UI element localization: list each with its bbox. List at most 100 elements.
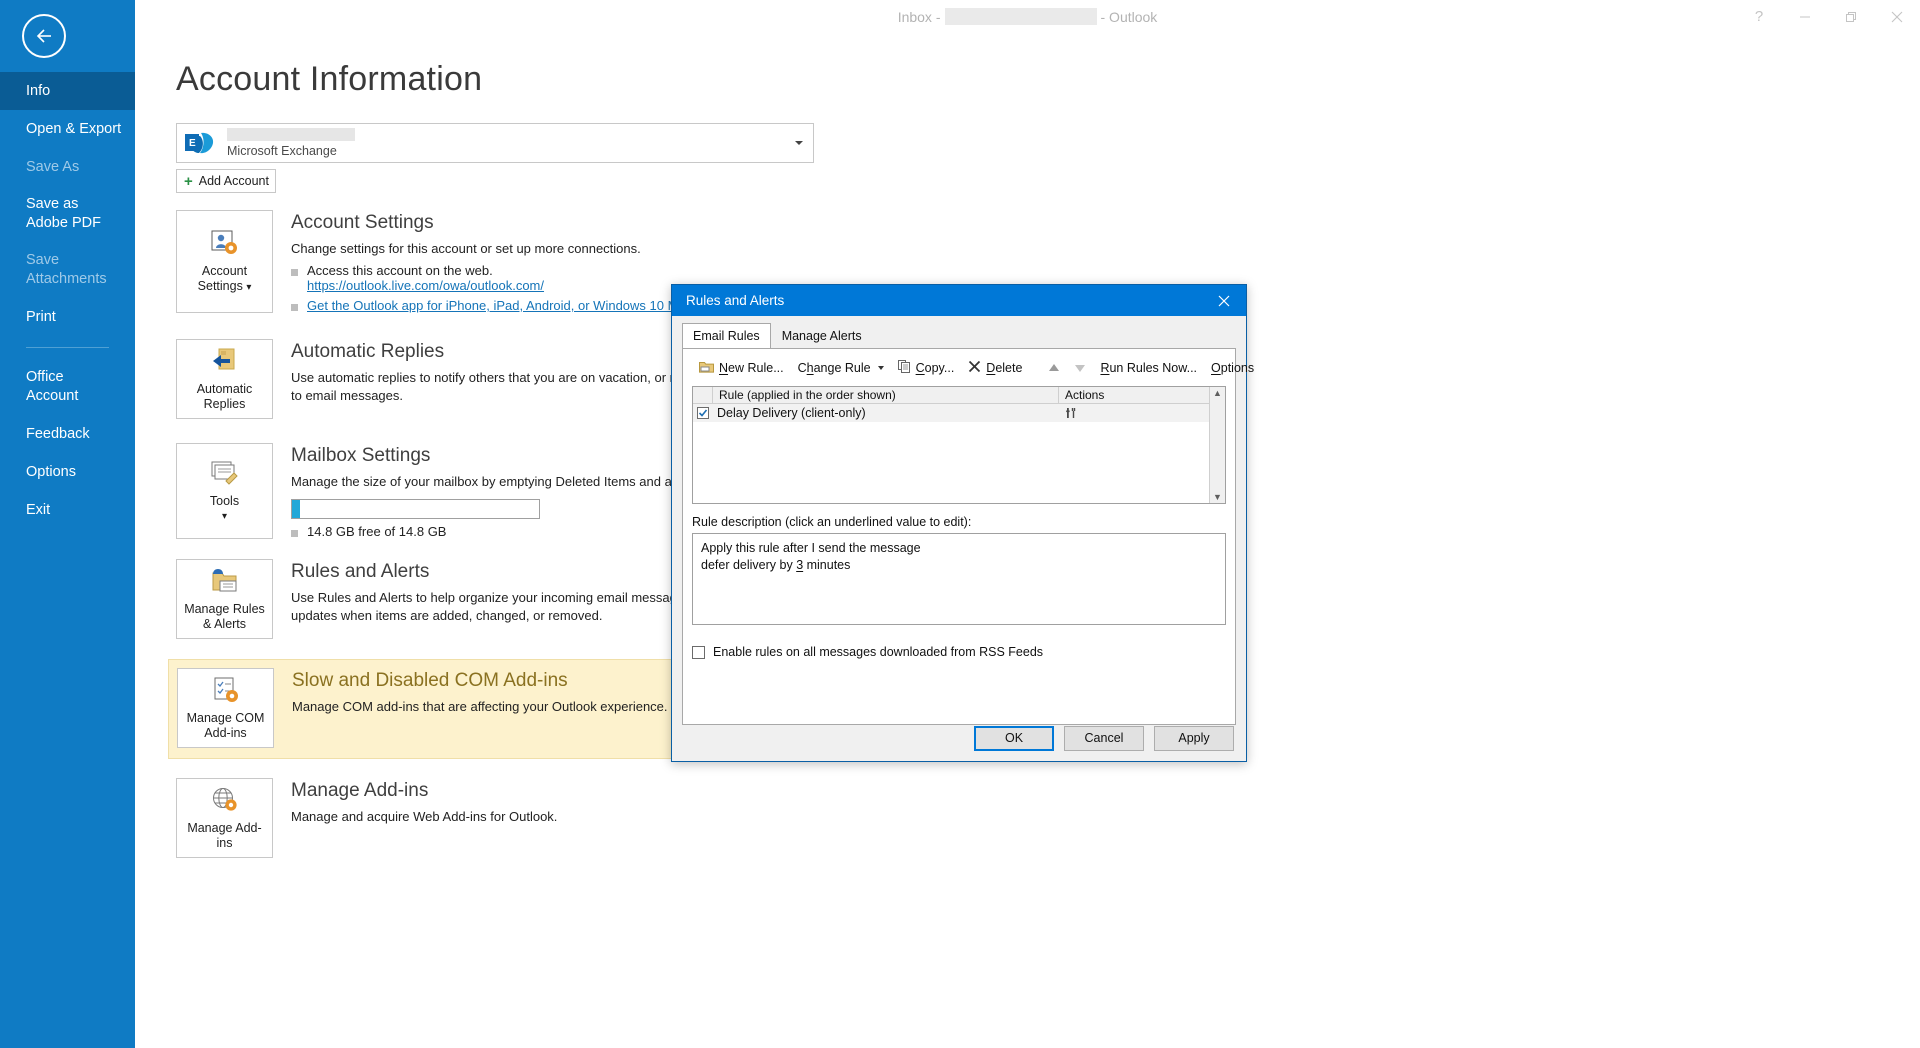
rules-grid: Rule (applied in the order shown) Action…	[692, 386, 1226, 504]
section-manage-addins: Manage Add- ins Manage Add-ins Manage an…	[176, 778, 1920, 858]
sidebar-item-open-export[interactable]: Open & Export	[0, 110, 135, 148]
nav-label: Save Attachments	[26, 252, 107, 287]
nav-label: Feedback	[26, 425, 90, 442]
rule-name: Delay Delivery (client-only)	[717, 406, 866, 420]
nav-secondary-list: Office Account Feedback Options Exit	[0, 359, 135, 529]
sidebar-item-save-as-adobe-pdf[interactable]: Save as Adobe PDF	[0, 186, 135, 242]
sidebar-item-save-attachments[interactable]: Save Attachments	[0, 242, 135, 298]
desc-post: minutes	[803, 558, 851, 572]
account-settings-button[interactable]: Account Settings ▾	[176, 210, 273, 313]
close-icon[interactable]	[1874, 0, 1920, 33]
btn-label-2: ▾	[221, 511, 228, 522]
rules-grid-header: Rule (applied in the order shown) Action…	[693, 387, 1209, 404]
rules-toolbar: New Rule... Change Rule Copy... Delete R…	[692, 357, 1254, 379]
btn-label-2: Replies	[203, 397, 246, 411]
outlook-app-link[interactable]: Get the Outlook app for iPhone, iPad, An…	[307, 298, 710, 313]
sidebar-item-exit[interactable]: Exit	[0, 491, 135, 529]
sidebar-item-office-account[interactable]: Office Account	[0, 359, 135, 415]
nav-label: Save as Adobe PDF	[26, 196, 101, 231]
mailbox-tools-button[interactable]: Tools ▾	[176, 443, 273, 539]
nav-label: Options	[26, 463, 76, 480]
section-heading: Slow and Disabled COM Add-ins	[292, 670, 568, 691]
delete-x-icon	[968, 360, 981, 376]
table-row[interactable]: Delay Delivery (client-only)	[693, 404, 1209, 422]
help-icon[interactable]: ?	[1736, 0, 1782, 33]
copy-icon	[897, 360, 911, 376]
page-title: Account Information	[176, 60, 483, 98]
new-rule-button[interactable]: New Rule...	[692, 360, 791, 376]
automatic-replies-button[interactable]: Automatic Replies	[176, 339, 273, 419]
add-account-button[interactable]: + Add Account	[176, 169, 276, 193]
scroll-down-icon[interactable]: ▼	[1213, 491, 1222, 503]
section-text: Slow and Disabled COM Add-ins Manage COM…	[292, 668, 668, 748]
btn-label-2: & Alerts	[202, 617, 247, 631]
btn-label-1: Account	[201, 264, 248, 278]
minimize-icon[interactable]	[1782, 0, 1828, 33]
section-heading: Manage Add-ins	[291, 780, 429, 801]
rule-description-box[interactable]: Apply this rule after I send the message…	[692, 533, 1226, 625]
run-rules-now-button[interactable]: Run Rules Now...	[1093, 361, 1204, 375]
mailbox-tools-icon	[210, 458, 240, 488]
options-button[interactable]: Options	[1204, 361, 1261, 375]
ok-button[interactable]: OK	[974, 725, 1054, 751]
rule-description-line-2: defer delivery by 3 minutes	[701, 557, 1217, 574]
close-icon[interactable]	[1202, 285, 1246, 316]
bullet-square-icon	[291, 269, 298, 276]
account-type: Microsoft Exchange	[227, 144, 337, 158]
header-checkbox-cell	[693, 387, 713, 403]
backstage-navigation: Info Open & Export Save As Save as Adobe…	[0, 0, 135, 1048]
section-heading: Mailbox Settings	[291, 445, 431, 466]
sidebar-item-options[interactable]: Options	[0, 453, 135, 491]
window-title-suffix: - Outlook	[1100, 8, 1158, 25]
sidebar-item-feedback[interactable]: Feedback	[0, 415, 135, 453]
copy-button[interactable]: Copy...	[891, 360, 962, 376]
chevron-down-icon[interactable]	[795, 141, 803, 145]
column-header-rule[interactable]: Rule (applied in the order shown)	[713, 387, 1059, 403]
bullet-item: Get the Outlook app for iPhone, iPad, An…	[291, 298, 710, 313]
outlook-backstage-window: Inbox - - Outlook ? Info Open & Export S…	[0, 0, 1920, 1048]
btn-label-2: Add-ins	[204, 726, 247, 740]
apply-button[interactable]: Apply	[1154, 725, 1234, 751]
restore-icon[interactable]	[1828, 0, 1874, 33]
outlook-web-link[interactable]: https://outlook.live.com/owa/outlook.com…	[307, 278, 544, 293]
cancel-button[interactable]: Cancel	[1064, 725, 1144, 751]
mailbox-usage-fill	[292, 500, 300, 518]
btn-label-2: Settings ▾	[197, 279, 252, 293]
plus-icon: +	[184, 172, 193, 190]
move-down-arrow-icon[interactable]	[1067, 363, 1093, 373]
add-account-label: Add Account	[198, 174, 269, 188]
back-arrow-icon[interactable]	[22, 14, 66, 58]
tab-email-rules[interactable]: Email Rules	[682, 323, 771, 349]
rules-and-alerts-dialog: Rules and Alerts Email Rules Manage Aler…	[671, 284, 1254, 762]
desc-pre: defer delivery by	[701, 558, 797, 572]
tab-manage-alerts[interactable]: Manage Alerts	[771, 323, 873, 349]
scroll-up-icon[interactable]: ▲	[1213, 387, 1222, 399]
change-rule-button[interactable]: Change Rule	[791, 361, 891, 375]
sidebar-item-print[interactable]: Print	[0, 298, 135, 336]
section-body: Manage the size of your mailbox by empty…	[291, 474, 721, 489]
window-title-bar: Inbox - - Outlook	[135, 0, 1920, 33]
nav-primary-list: Info Open & Export Save As Save as Adobe…	[0, 72, 135, 336]
column-header-actions[interactable]: Actions	[1059, 387, 1209, 403]
rules-grid-scrollbar[interactable]: ▲ ▼	[1209, 387, 1225, 503]
move-up-arrow-icon[interactable]	[1041, 363, 1067, 373]
nav-label: Exit	[26, 501, 51, 518]
section-body: Manage and acquire Web Add-ins for Outlo…	[291, 809, 558, 824]
manage-rules-alerts-button[interactable]: Manage Rules & Alerts	[176, 559, 273, 639]
sidebar-item-info[interactable]: Info	[0, 72, 135, 110]
manage-com-addins-button[interactable]: Manage COM Add-ins	[177, 668, 274, 748]
sidebar-item-save-as[interactable]: Save As	[0, 148, 135, 186]
bullet-text-block: Access this account on the web. https://…	[307, 263, 544, 293]
dialog-footer: OK Cancel Apply	[672, 715, 1246, 761]
svg-text:E: E	[189, 138, 196, 149]
rule-enabled-checkbox[interactable]	[693, 407, 713, 419]
manage-web-addins-icon	[210, 785, 240, 815]
delete-button[interactable]: Delete	[961, 360, 1029, 376]
manage-com-addins-icon	[211, 675, 241, 705]
manage-web-addins-button[interactable]: Manage Add- ins	[176, 778, 273, 858]
account-selector[interactable]: E Microsoft Exchange	[176, 123, 814, 163]
rss-checkbox[interactable]	[692, 645, 705, 659]
rules-grid-main: Rule (applied in the order shown) Action…	[693, 387, 1209, 503]
rss-feeds-option[interactable]: Enable rules on all messages downloaded …	[692, 645, 1226, 659]
run-rules-now-label: Run Rules Now...	[1100, 361, 1198, 375]
